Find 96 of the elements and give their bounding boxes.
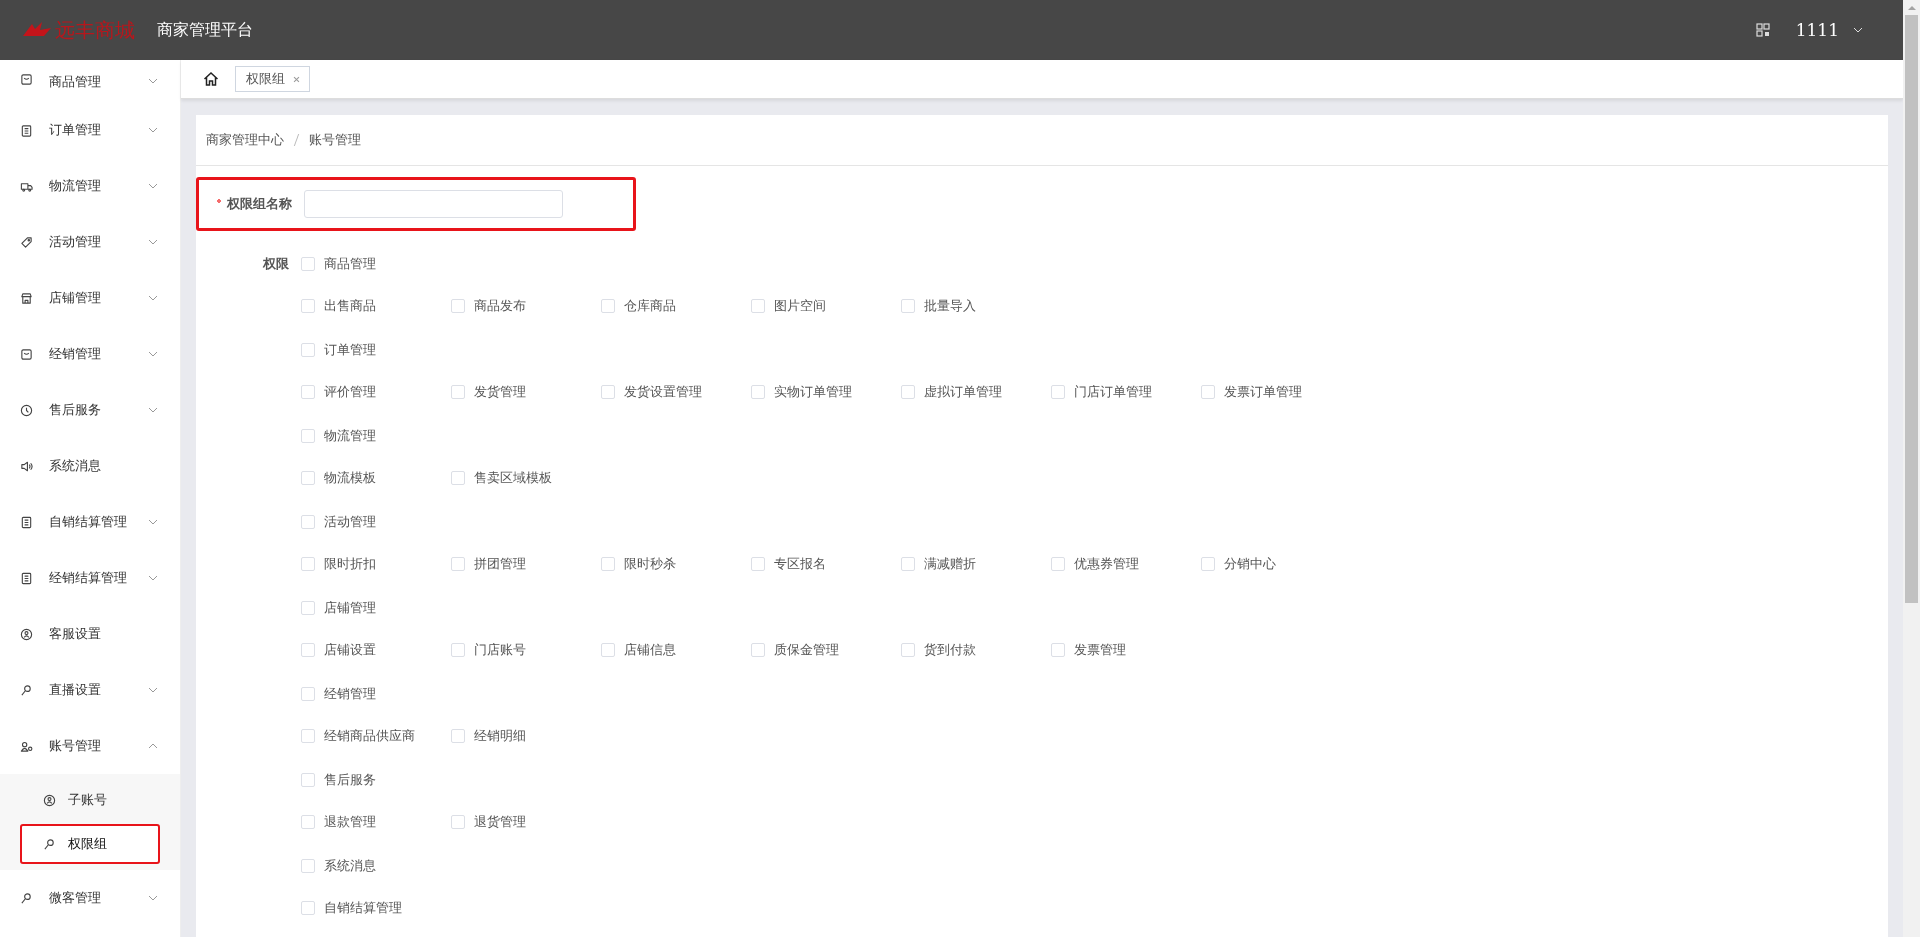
sidebar-item[interactable]: 客服设置 xyxy=(0,606,180,662)
checkbox[interactable]: 限时折扣 xyxy=(301,554,451,574)
checkbox[interactable]: 发票订单管理 xyxy=(1201,382,1351,402)
chevron-down-icon xyxy=(148,127,158,133)
checkbox[interactable]: 虚拟订单管理 xyxy=(901,382,1051,402)
checkbox[interactable]: 售卖区域模板 xyxy=(451,468,601,488)
search-icon xyxy=(20,891,33,905)
sidebar-item[interactable]: 直播设置 xyxy=(0,662,180,718)
tab[interactable]: 权限组 xyxy=(235,66,310,92)
chevron-down-icon xyxy=(148,519,158,525)
sidebar-item[interactable]: 自销结算管理 xyxy=(0,494,180,550)
submenu-item[interactable]: 子账号 xyxy=(20,780,160,820)
sidebar-item[interactable]: 系统消息 xyxy=(0,438,180,494)
checkbox[interactable]: 图片空间 xyxy=(751,296,901,316)
checkbox[interactable]: 实物订单管理 xyxy=(751,382,901,402)
checkbox[interactable]: 质保金管理 xyxy=(751,640,901,660)
person-icon xyxy=(43,793,56,807)
shop-icon xyxy=(20,291,33,305)
chevron-down-icon xyxy=(148,295,158,301)
box-icon xyxy=(20,73,33,86)
name-input-field[interactable] xyxy=(304,190,563,218)
checkbox[interactable]: 经销明细 xyxy=(451,726,601,746)
chevron-down-icon xyxy=(148,575,158,581)
checkbox[interactable]: 店铺信息 xyxy=(601,640,751,660)
checkbox[interactable]: 优惠券管理 xyxy=(1051,554,1201,574)
field-label: 权限组名称 xyxy=(227,196,292,211)
clock-icon xyxy=(20,403,33,417)
chevron-down-icon xyxy=(148,351,158,357)
sidebar-item[interactable]: 账号管理 xyxy=(0,718,180,774)
checkbox[interactable]: 评价管理 xyxy=(301,382,451,402)
sidebar-item[interactable]: 订单管理 xyxy=(0,102,180,158)
sidebar-item[interactable]: 物流管理 xyxy=(0,158,180,214)
box-icon xyxy=(20,347,33,361)
checkbox[interactable]: 退货管理 xyxy=(451,812,601,832)
checkbox[interactable]: 出售商品 xyxy=(301,296,451,316)
sidebar-item[interactable]: 店铺管理 xyxy=(0,270,180,326)
checkbox[interactable]: 订单管理 xyxy=(301,340,451,360)
checkbox[interactable]: 拼团管理 xyxy=(451,554,601,574)
clipboard-icon xyxy=(20,123,33,137)
breadcrumb-link[interactable]: 账号管理 xyxy=(309,131,361,149)
checkbox[interactable]: 仓库商品 xyxy=(601,296,751,316)
checkbox[interactable]: 系统消息 xyxy=(301,856,451,876)
breadcrumb-link[interactable]: 商家管理中心 xyxy=(206,131,284,149)
chevron-down-icon xyxy=(148,78,158,84)
submenu-item[interactable]: 权限组 xyxy=(20,824,160,864)
chevron-down-icon xyxy=(148,239,158,245)
checkbox[interactable]: 发票管理 xyxy=(1051,640,1201,660)
checkbox[interactable]: 专区报名 xyxy=(751,554,901,574)
checkbox[interactable]: 物流模板 xyxy=(301,468,451,488)
checkbox[interactable]: 发货设置管理 xyxy=(601,382,751,402)
checkbox[interactable]: 门店订单管理 xyxy=(1051,382,1201,402)
search-icon xyxy=(20,683,33,697)
search-icon xyxy=(43,837,56,851)
chevron-up-icon xyxy=(148,743,158,749)
checkbox[interactable]: 商品管理 xyxy=(301,254,451,274)
chevron-down-icon xyxy=(1853,27,1863,33)
checkbox[interactable]: 自销结算管理 xyxy=(301,898,451,918)
sidebar-item[interactable]: 经销管理 xyxy=(0,326,180,382)
chevron-down-icon xyxy=(148,895,158,901)
checkbox[interactable]: 批量导入 xyxy=(901,296,1051,316)
person-icon xyxy=(20,627,33,641)
checkbox[interactable]: 满减赠折 xyxy=(901,554,1051,574)
sidebar-item[interactable]: 经销结算管理 xyxy=(0,550,180,606)
sidebar-item[interactable]: 商品管理 xyxy=(0,60,180,102)
user-menu[interactable]: 1111 xyxy=(1795,20,1863,40)
checkbox[interactable]: 限时秒杀 xyxy=(601,554,751,574)
speaker-icon xyxy=(20,459,33,473)
chevron-down-icon xyxy=(148,183,158,189)
sidebar-item[interactable]: 售后服务 xyxy=(0,382,180,438)
sidebar-item[interactable]: 活动管理 xyxy=(0,214,180,270)
checkbox[interactable]: 门店账号 xyxy=(451,640,601,660)
checkbox[interactable]: 售后服务 xyxy=(301,770,451,790)
checkbox[interactable]: 经销商品供应商 xyxy=(301,726,451,746)
scrollbar[interactable] xyxy=(1903,0,1920,937)
tag-icon xyxy=(20,235,33,249)
field-label: 权限 xyxy=(263,256,289,271)
chevron-down-icon xyxy=(148,407,158,413)
sidebar-item[interactable]: 微客管理 xyxy=(0,870,180,926)
document-icon xyxy=(20,515,33,529)
home-icon[interactable] xyxy=(203,71,219,87)
checkbox[interactable]: 分销中心 xyxy=(1201,554,1351,574)
checkbox[interactable]: 经销管理 xyxy=(301,684,451,704)
checkbox[interactable]: 店铺管理 xyxy=(301,598,451,618)
users-icon xyxy=(20,739,33,753)
checkbox[interactable]: 活动管理 xyxy=(301,512,451,532)
document-icon xyxy=(20,571,33,585)
checkbox[interactable]: 物流管理 xyxy=(301,426,451,446)
qr-code-icon[interactable] xyxy=(1755,23,1770,37)
checkbox[interactable]: 货到付款 xyxy=(901,640,1051,660)
checkbox[interactable]: 商品发布 xyxy=(451,296,601,316)
checkbox[interactable]: 店铺设置 xyxy=(301,640,451,660)
checkbox[interactable]: 退款管理 xyxy=(301,812,451,832)
logo-text: 远丰商城 xyxy=(55,16,135,44)
app-title: 商家管理平台 xyxy=(157,19,253,41)
checkbox[interactable]: 发货管理 xyxy=(451,382,601,402)
chevron-down-icon xyxy=(148,687,158,693)
